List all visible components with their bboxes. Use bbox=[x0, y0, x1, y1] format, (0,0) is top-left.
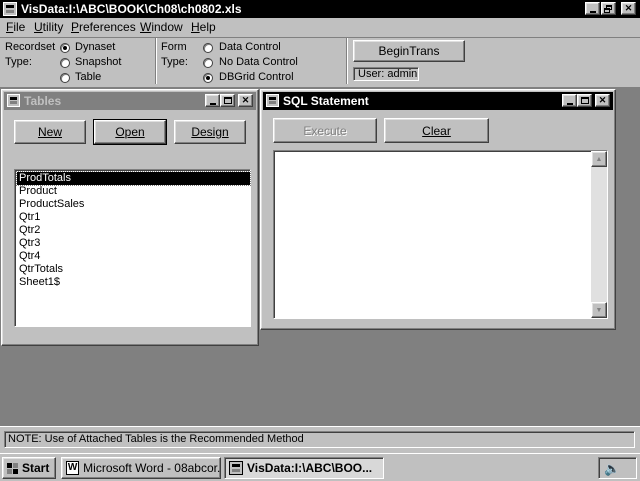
tables-list[interactable]: ProdTotals Product ProductSales Qtr1 Qtr2 Qtr… bbox=[14, 169, 251, 327]
tables-design-label: Design bbox=[191, 125, 229, 139]
start-button[interactable]: Start bbox=[2, 457, 56, 479]
table-list-item[interactable]: QtrTotals bbox=[17, 263, 250, 276]
status-panel: NOTE: Use of Attached Tables is the Reco… bbox=[4, 431, 635, 448]
task-word[interactable]: W Microsoft Word - 08abcor.... bbox=[61, 457, 221, 479]
radio-no-data-control[interactable] bbox=[203, 58, 213, 68]
taskbar: Start W Microsoft Word - 08abcor.... Vis… bbox=[0, 453, 640, 481]
minimize-icon bbox=[589, 10, 596, 13]
table-list-item[interactable]: ProductSales bbox=[17, 198, 250, 211]
table-list-item[interactable]: Qtr1 bbox=[17, 211, 250, 224]
toolbar-divider-2 bbox=[346, 38, 348, 84]
radio-data-control[interactable] bbox=[203, 43, 213, 53]
sql-close-button[interactable]: ✕ bbox=[595, 94, 610, 107]
radio-dbgrid-control[interactable] bbox=[203, 73, 213, 83]
menu-preferences[interactable]: Preferences bbox=[71, 20, 136, 34]
minimize-icon bbox=[209, 102, 216, 105]
table-list-item[interactable]: Qtr4 bbox=[17, 250, 250, 263]
sql-clear-button[interactable]: Clear bbox=[384, 118, 489, 143]
table-list-item[interactable]: Qtr2 bbox=[17, 224, 250, 237]
table-list-item[interactable]: ProdTotals bbox=[16, 171, 251, 186]
tables-window-icon[interactable] bbox=[7, 94, 20, 107]
tables-close-button[interactable]: ✕ bbox=[238, 94, 253, 107]
radio-table-label[interactable]: Table bbox=[75, 71, 101, 83]
sql-execute-label: Execute bbox=[303, 123, 347, 138]
start-label: Start bbox=[22, 461, 50, 475]
radio-dynaset[interactable] bbox=[60, 43, 70, 53]
form-type-label: Type: bbox=[161, 56, 188, 68]
app-icon[interactable] bbox=[3, 2, 17, 16]
tables-list-items: ProdTotals Product ProductSales Qtr1 Qtr2 Qtr… bbox=[16, 171, 251, 289]
sql-execute-button[interactable]: Execute bbox=[273, 118, 377, 143]
radio-snapshot-label[interactable]: Snapshot bbox=[75, 56, 121, 68]
toolbar: Recordset Type: Dynaset Snapshot Table F… bbox=[0, 38, 640, 86]
minimize-button[interactable] bbox=[585, 2, 600, 15]
radio-dynaset-label[interactable]: Dynaset bbox=[75, 41, 115, 53]
task-word-label: Microsoft Word - 08abcor.... bbox=[83, 461, 220, 475]
app-titlebar[interactable]: VisData:I:\ABC\BOOK\Ch08\ch0802.xls ✕ bbox=[0, 0, 640, 18]
close-icon: ✕ bbox=[598, 95, 607, 105]
app-title: VisData:I:\ABC\BOOK\Ch08\ch0802.xls bbox=[21, 2, 242, 16]
sql-maximize-button[interactable] bbox=[577, 94, 592, 107]
close-icon: ✕ bbox=[624, 3, 633, 13]
windows-logo-icon bbox=[7, 462, 18, 474]
status-bar: NOTE: Use of Attached Tables is the Reco… bbox=[0, 426, 640, 453]
close-icon: ✕ bbox=[241, 95, 250, 105]
radio-no-data-control-label[interactable]: No Data Control bbox=[219, 56, 298, 68]
sql-window: SQL Statement ✕ Execute Clear ▲ ▼ bbox=[260, 89, 616, 330]
tables-design-button[interactable]: Design bbox=[174, 120, 246, 144]
table-list-item[interactable]: Sheet1$ bbox=[17, 276, 250, 289]
scroll-up-button[interactable]: ▲ bbox=[591, 151, 607, 167]
user-status-text: User: admin bbox=[358, 68, 418, 80]
app-icon bbox=[229, 461, 243, 475]
close-button[interactable]: ✕ bbox=[621, 2, 636, 15]
restore-icon bbox=[604, 4, 613, 13]
begin-trans-button[interactable]: BeginTrans bbox=[353, 40, 465, 62]
sql-titlebar[interactable]: SQL Statement ✕ bbox=[263, 92, 613, 110]
arrow-up-icon: ▲ bbox=[595, 155, 603, 163]
sql-vertical-scrollbar[interactable]: ▲ ▼ bbox=[591, 151, 607, 318]
table-list-item[interactable]: Product bbox=[17, 185, 250, 198]
restore-button[interactable] bbox=[601, 2, 616, 15]
radio-dbgrid-control-label[interactable]: DBGrid Control bbox=[219, 71, 294, 83]
sql-minimize-button[interactable] bbox=[562, 94, 577, 107]
menu-file[interactable]: File bbox=[6, 20, 25, 34]
recordset-type-label: Type: bbox=[5, 56, 32, 68]
sql-text-area[interactable]: ▲ ▼ bbox=[273, 150, 608, 319]
user-status: User: admin bbox=[353, 67, 419, 81]
status-note: NOTE: Use of Attached Tables is the Reco… bbox=[8, 433, 304, 445]
tables-new-button[interactable]: New bbox=[14, 120, 86, 144]
tables-new-label: New bbox=[37, 125, 62, 139]
maximize-icon bbox=[580, 97, 589, 104]
radio-table[interactable] bbox=[60, 73, 70, 83]
minimize-icon bbox=[566, 102, 573, 105]
sql-window-icon[interactable] bbox=[266, 94, 279, 107]
maximize-icon bbox=[223, 97, 232, 104]
word-icon: W bbox=[66, 461, 80, 475]
task-visdata[interactable]: VisData:I:\ABC\BOO... bbox=[224, 457, 384, 479]
menu-help[interactable]: Help bbox=[191, 20, 216, 34]
sql-title: SQL Statement bbox=[283, 94, 369, 108]
tables-window: Tables ✕ New Open Design ProdTotals Produ… bbox=[1, 89, 259, 346]
menu-utility[interactable]: Utility bbox=[34, 20, 63, 34]
form-label: Form bbox=[161, 41, 187, 53]
speaker-icon[interactable]: 🔈 bbox=[604, 461, 620, 477]
sql-clear-label: Clear bbox=[422, 123, 451, 138]
tables-minimize-button[interactable] bbox=[205, 94, 220, 107]
tables-open-button[interactable]: Open bbox=[93, 119, 167, 145]
tables-title: Tables bbox=[24, 94, 62, 108]
toolbar-divider bbox=[155, 38, 157, 84]
radio-data-control-label[interactable]: Data Control bbox=[219, 41, 281, 53]
recordset-label: Recordset bbox=[5, 41, 56, 53]
menu-window[interactable]: Window bbox=[140, 20, 183, 34]
system-tray: 🔈 bbox=[598, 457, 637, 479]
arrow-down-icon: ▼ bbox=[595, 306, 603, 314]
scroll-down-button[interactable]: ▼ bbox=[591, 302, 607, 318]
tables-titlebar[interactable]: Tables ✕ bbox=[4, 92, 256, 110]
tables-open-label: Open bbox=[115, 125, 145, 139]
task-visdata-label: VisData:I:\ABC\BOO... bbox=[247, 461, 373, 475]
radio-snapshot[interactable] bbox=[60, 58, 70, 68]
table-list-item[interactable]: Qtr3 bbox=[17, 237, 250, 250]
menu-bar: File Utility Preferences Window Help bbox=[0, 18, 640, 38]
tables-maximize-button[interactable] bbox=[220, 94, 235, 107]
